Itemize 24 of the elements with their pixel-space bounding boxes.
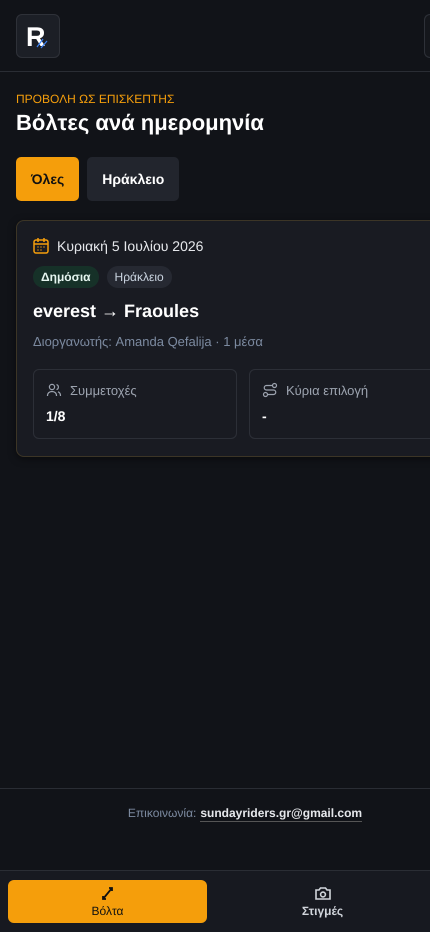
stat-label: Κύρια επιλογή bbox=[286, 382, 368, 398]
nav-tab[interactable]: Βόλτα bbox=[8, 880, 207, 923]
people-icon bbox=[46, 382, 62, 398]
eyebrow-label: ΠΡΟΒΟΛΗ ΩΣ ΕΠΙΣΚΕΠΤΗΣ bbox=[16, 92, 176, 106]
logo-icon: R bbox=[16, 14, 60, 58]
ride-tag: Δημόσια bbox=[33, 266, 99, 288]
route-icon bbox=[262, 382, 278, 398]
stat-value: 1/8 bbox=[46, 408, 66, 424]
calendar-icon bbox=[33, 237, 49, 254]
ride-route: everest → Fraoules bbox=[33, 301, 200, 322]
ride-organizer: Διοργανωτής: Amanda Qefalija · 1 μέσα bbox=[33, 334, 264, 349]
ride-tag: Ηράκλειο bbox=[106, 266, 172, 288]
email-link[interactable]: sundayriders.gr@gmail.com bbox=[200, 806, 362, 822]
nav-tab[interactable]: Στιγμές bbox=[223, 880, 422, 923]
filter-chip[interactable]: Όλες bbox=[16, 157, 80, 201]
ride-card[interactable]: Κυριακή 5 Ιουλίου 2026 Δημόσια Ηράκλειο everest → Fraoules Διοργανωτής: Amanda Qefalija · 1 μέσα Συμμετοχές 1/8 Κύρια επιλογή - bbox=[16, 220, 430, 457]
filter-chip[interactable]: Ηράκλειο bbox=[87, 157, 180, 201]
arrow-icon bbox=[100, 885, 114, 901]
contact-label: Επικοινωνία: bbox=[128, 806, 196, 822]
ride-date: Κυριακή 5 Ιουλίου 2026 bbox=[57, 238, 204, 254]
stat-label: Συμμετοχές bbox=[70, 382, 137, 398]
page-title: Βόλτες ανά ημερομηνία bbox=[16, 110, 265, 136]
stat-value: - bbox=[262, 408, 268, 424]
camera-icon bbox=[314, 885, 332, 901]
